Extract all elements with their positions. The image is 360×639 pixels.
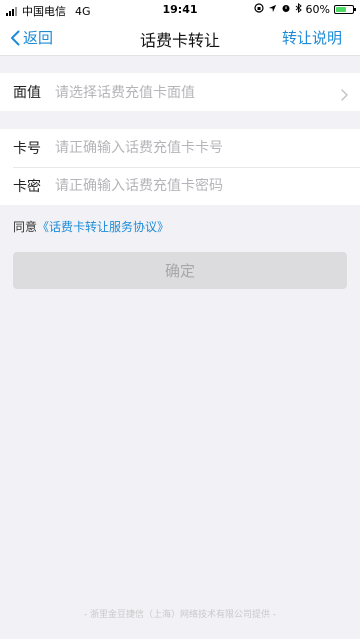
chevron-left-icon — [10, 30, 20, 46]
denomination-label: 面值 — [13, 85, 41, 101]
back-button[interactable]: 返回 — [10, 27, 53, 48]
status-right: 60% — [253, 2, 356, 16]
card-password-row: 卡密 — [0, 167, 360, 205]
footer-provider-text: - 浙里金豆捷信（上海）网络技术有限公司提供 - — [83, 610, 277, 620]
lock-rotation-icon — [253, 3, 264, 16]
battery-percent: 60% — [305, 3, 330, 16]
transfer-instructions-link[interactable]: 转让说明 — [282, 27, 342, 48]
denomination-section: 面值 请选择话费充值卡面值 — [0, 73, 360, 111]
card-number-row: 卡号 — [0, 129, 360, 167]
bluetooth-icon — [295, 2, 302, 16]
card-number-input[interactable] — [55, 140, 325, 156]
denomination-placeholder: 请选择话费充值卡面值 — [55, 85, 195, 101]
card-number-label: 卡号 — [13, 141, 41, 157]
back-label: 返回 — [23, 29, 54, 47]
card-password-label: 卡密 — [13, 179, 41, 195]
status-bar: 中国电信 4G 19:41 60% — [0, 0, 360, 20]
alarm-icon — [281, 3, 291, 16]
location-icon — [268, 3, 277, 16]
agreement: 同意《话费卡转让服务协议》 — [13, 218, 169, 235]
agreement-link[interactable]: 《话费卡转让服务协议》 — [37, 220, 169, 234]
denomination-selector[interactable]: 面值 请选择话费充值卡面值 — [0, 73, 360, 111]
chevron-right-icon — [341, 86, 348, 105]
card-info-section: 卡号 卡密 — [0, 129, 360, 205]
confirm-button[interactable]: 确定 — [13, 252, 347, 289]
nav-bar: 返回 话费卡转让 转让说明 — [0, 20, 360, 56]
agreement-prefix: 同意 — [13, 220, 38, 234]
card-password-input[interactable] — [55, 178, 325, 194]
battery-icon — [334, 5, 356, 14]
